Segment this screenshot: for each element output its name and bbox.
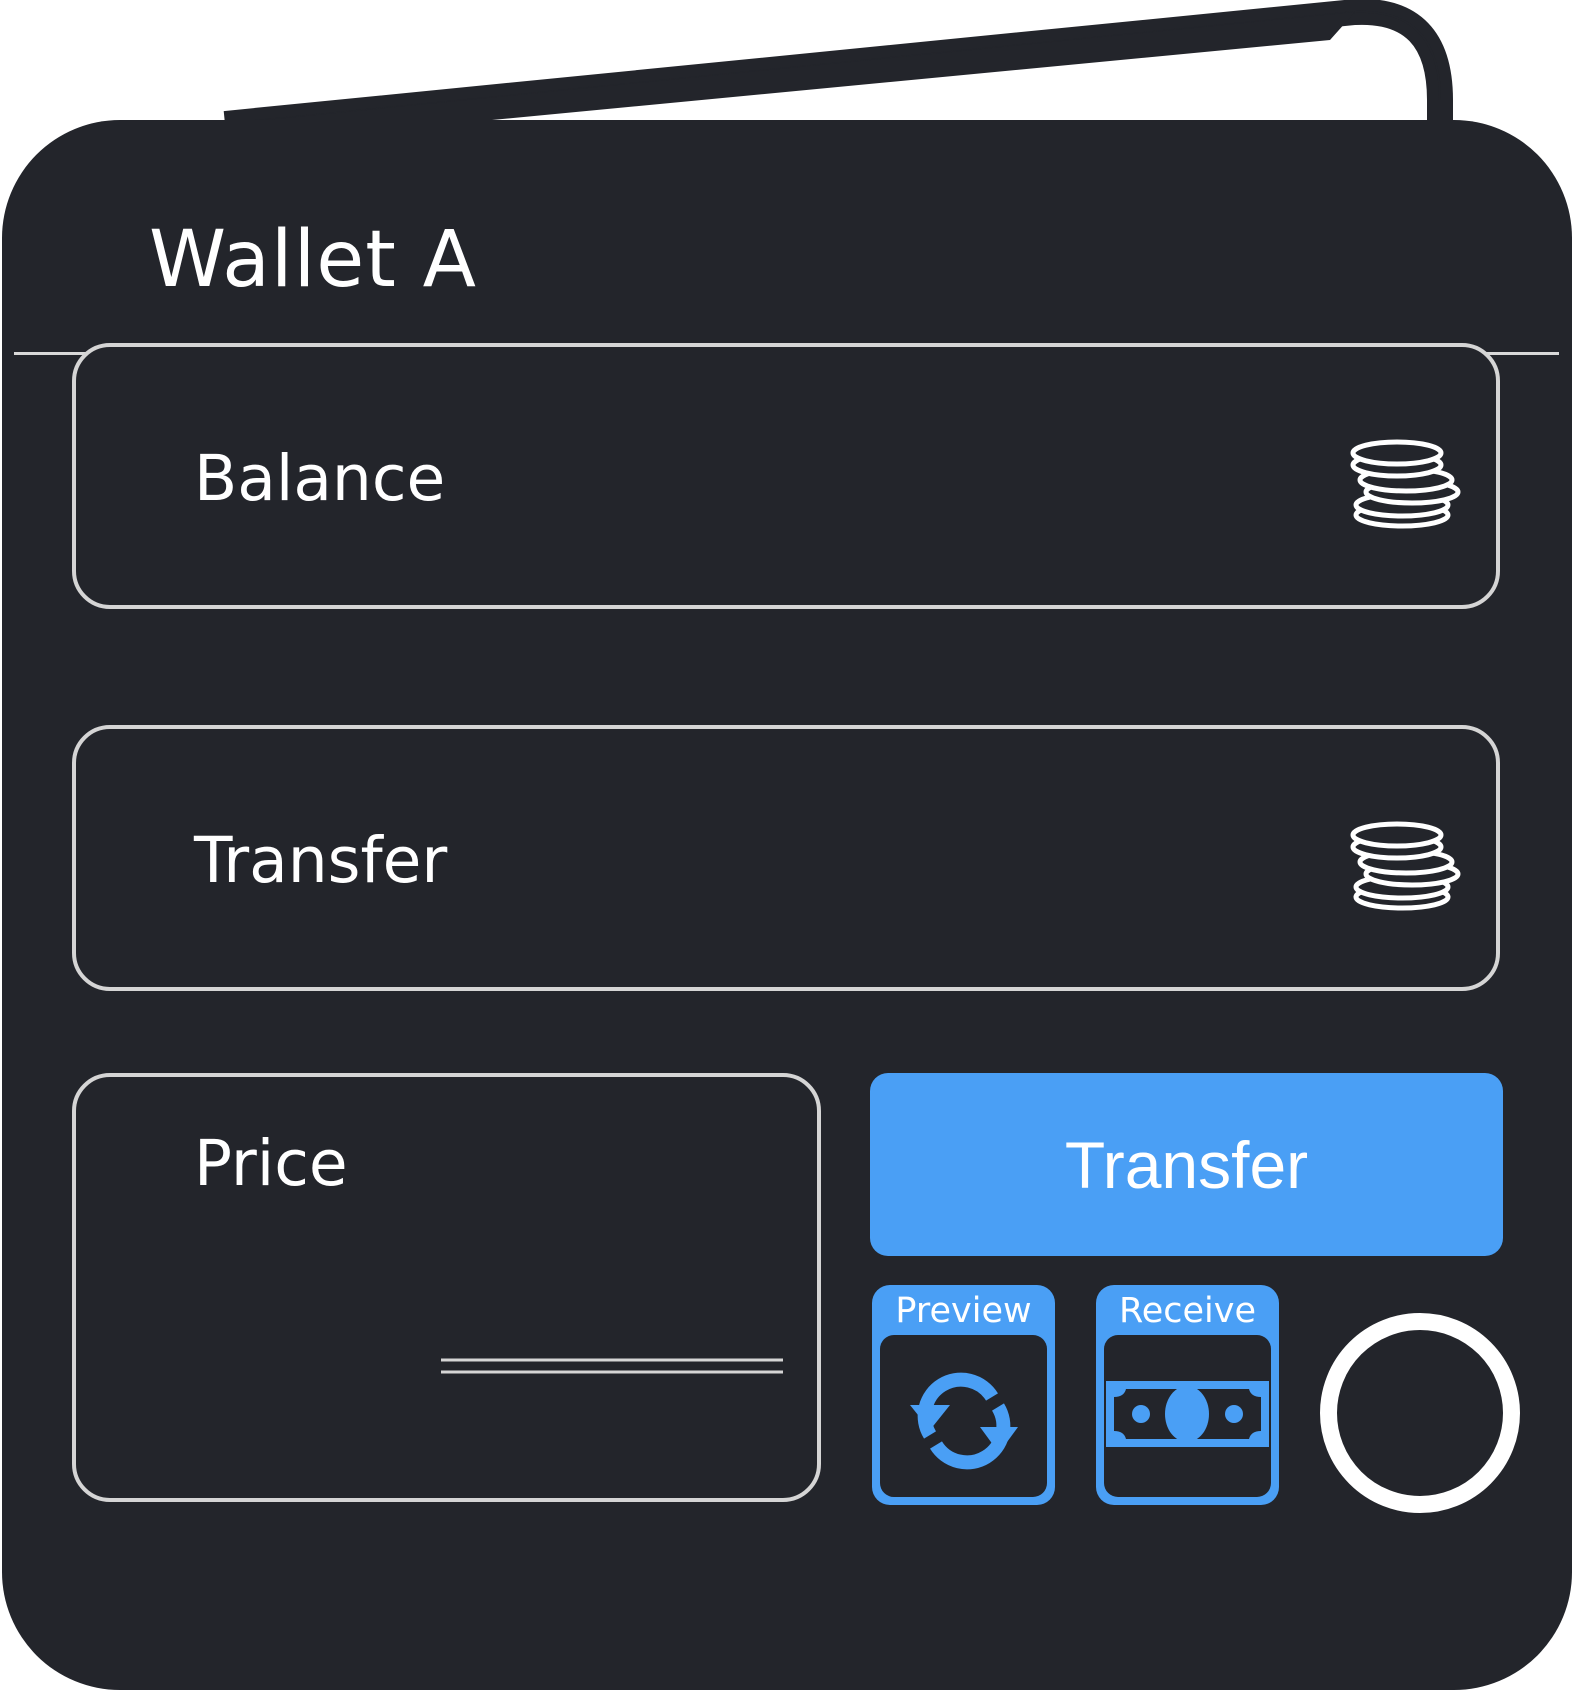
coins-icon	[1350, 821, 1461, 911]
balance-field[interactable]: Balance	[72, 343, 1500, 609]
balance-label: Balance	[194, 442, 446, 515]
coins-icon	[1350, 439, 1461, 529]
price-label: Price	[194, 1127, 348, 1200]
price-input-underline	[441, 1358, 783, 1374]
receive-button[interactable]: Receive	[1096, 1285, 1279, 1505]
receive-button-body	[1104, 1335, 1271, 1497]
price-field[interactable]: Price	[72, 1073, 821, 1502]
preview-button-label: Preview	[895, 1291, 1032, 1331]
receive-button-label: Receive	[1118, 1291, 1257, 1331]
preview-button-body	[880, 1335, 1047, 1497]
banknote-icon	[1106, 1381, 1269, 1447]
transfer-button[interactable]: Transfer	[870, 1073, 1503, 1256]
circle-icon[interactable]	[1320, 1313, 1520, 1513]
preview-button[interactable]: Preview	[872, 1285, 1055, 1505]
transfer-field[interactable]: Transfer	[72, 725, 1500, 991]
transfer-label: Transfer	[194, 824, 448, 897]
wallet-title: Wallet A	[149, 215, 477, 305]
refresh-icon	[910, 1372, 1018, 1470]
